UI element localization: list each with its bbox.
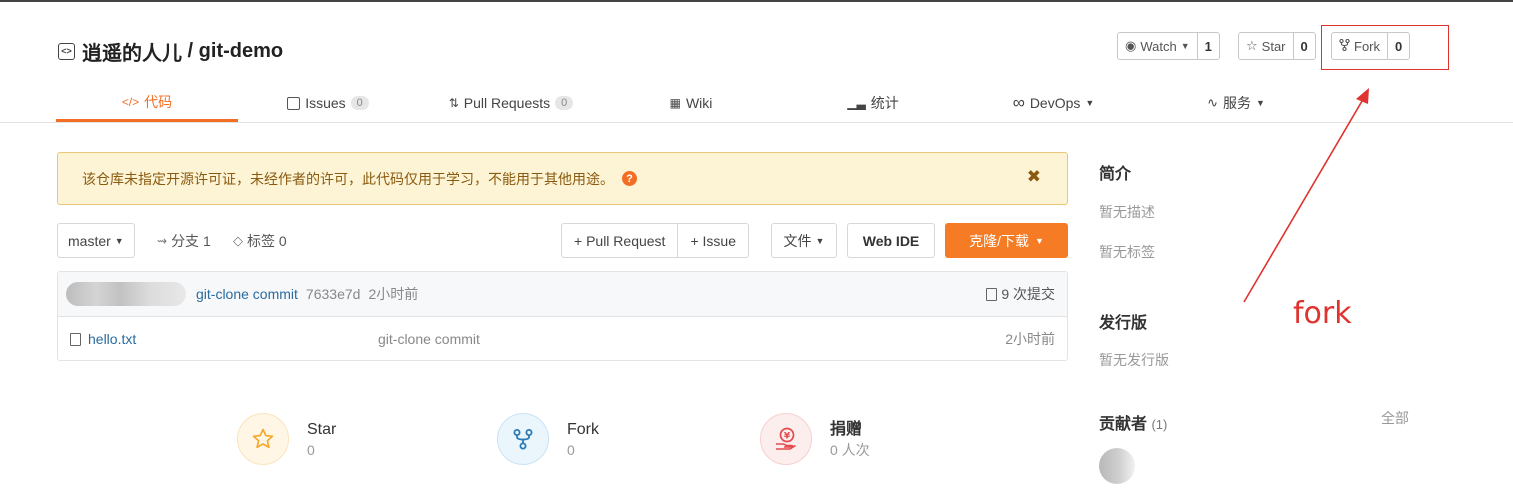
star-stat-value: 0	[307, 442, 315, 458]
avatar[interactable]	[1099, 448, 1135, 484]
fork-highlight-box	[1321, 25, 1449, 70]
intro-description: 暂无描述	[1099, 204, 1155, 220]
donate-stat-title: 捐赠	[830, 421, 863, 438]
pulse-icon: ∿	[1207, 95, 1218, 110]
donate-icon: ¥	[760, 413, 812, 465]
repo-name-link[interactable]: git-demo	[199, 40, 283, 63]
files-dropdown[interactable]: 文件 ▼	[771, 223, 837, 258]
issues-icon	[287, 96, 301, 110]
license-notice: 该仓库未指定开源许可证，未经作者的许可，此代码仅用于学习，不能用于其他用途。 ?…	[57, 152, 1068, 205]
star-stat-title: Star	[307, 421, 337, 438]
star-icon	[237, 413, 289, 465]
donate-stat-value: 0 人次	[830, 442, 870, 458]
file-commit-message[interactable]: git-clone commit	[378, 331, 480, 347]
new-pull-request-button[interactable]: + Pull Request	[562, 224, 679, 257]
watch-button-group: ◉ Watch ▼ 1	[1117, 32, 1220, 60]
chart-icon: ▁▃	[847, 96, 866, 110]
avatar	[66, 282, 186, 306]
fork-stat-title: Fork	[567, 421, 599, 438]
tag-icon: ◇	[233, 232, 243, 248]
file-icon	[70, 332, 81, 346]
contributors-heading: 贡献者 (1)	[1099, 416, 1168, 433]
web-ide-button[interactable]: Web IDE	[847, 223, 935, 258]
top-border	[0, 0, 1513, 2]
star-stat[interactable]: Star 0	[237, 413, 336, 465]
commit-count-link[interactable]: 9 次提交	[986, 284, 1055, 304]
license-notice-text: 该仓库未指定开源许可证，未经作者的许可，此代码仅用于学习，不能用于其他用途。	[82, 170, 614, 187]
watch-count[interactable]: 1	[1198, 33, 1219, 59]
branches-link[interactable]: ⇝ 分支 1	[157, 223, 211, 258]
close-icon[interactable]: ✖	[1027, 167, 1041, 187]
repository-icon: <>	[58, 42, 75, 60]
tags-link[interactable]: ◇ 标签 0	[233, 223, 287, 258]
release-heading: 发行版	[1099, 315, 1148, 332]
commits-icon	[986, 287, 998, 301]
commit-time: 2小时前	[368, 286, 419, 302]
repo-owner-link[interactable]: 逍遥的人儿	[82, 37, 182, 66]
caret-down-icon: ▼	[1085, 98, 1095, 108]
latest-commit-row: git-clone commit 7633e7d 2小时前 9 次提交	[58, 272, 1067, 317]
star-count[interactable]: 0	[1294, 33, 1315, 59]
issues-count-badge: 0	[350, 96, 369, 110]
branch-icon: ⇝	[157, 233, 168, 248]
file-name-link[interactable]: hello.txt	[88, 331, 136, 347]
svg-text:¥: ¥	[784, 432, 791, 442]
intro-tags: 暂无标签	[1099, 244, 1155, 260]
eye-icon: ◉	[1125, 38, 1137, 53]
create-button-group: + Pull Request + Issue	[561, 223, 749, 258]
pr-count-badge: 0	[555, 96, 574, 110]
fork-stat[interactable]: Fork 0	[497, 413, 599, 465]
star-outline-icon: ☆	[1246, 38, 1258, 53]
repo-separator: /	[182, 39, 199, 62]
commit-hash[interactable]: 7633e7d	[306, 286, 361, 302]
code-icon: </>	[121, 94, 140, 109]
donate-stat[interactable]: ¥ 捐赠 0 人次	[760, 413, 870, 465]
annotation-arrow	[1243, 88, 1369, 303]
file-list: git-clone commit 7633e7d 2小时前 9 次提交 hell…	[57, 271, 1068, 361]
intro-heading: 简介	[1099, 166, 1132, 183]
branch-select[interactable]: master ▼	[57, 223, 135, 258]
contributors-count: (1)	[1151, 417, 1168, 432]
help-icon[interactable]: ?	[622, 171, 637, 186]
caret-down-icon: ▼	[815, 235, 825, 246]
star-button[interactable]: ☆ Star 0	[1238, 32, 1316, 60]
tab-wiki[interactable]: ▦ Wiki	[656, 84, 726, 122]
pull-request-icon: ⇅	[448, 96, 459, 110]
fork-stat-value: 0	[567, 442, 575, 458]
annotation-label: fork	[1293, 296, 1352, 331]
wiki-icon: ▦	[669, 96, 681, 110]
watch-button[interactable]: ◉ Watch ▼ 1	[1117, 32, 1220, 60]
release-text: 暂无发行版	[1099, 352, 1169, 368]
new-issue-button[interactable]: + Issue	[678, 224, 748, 257]
contributors-all-link[interactable]: 全部	[1381, 408, 1409, 428]
file-time: 2小时前	[1005, 331, 1055, 347]
fork-icon	[497, 413, 549, 465]
caret-down-icon: ▼	[114, 235, 124, 246]
caret-down-icon: ▼	[1034, 235, 1044, 246]
tab-pull-requests[interactable]: ⇅ Pull Requests 0	[436, 84, 586, 122]
caret-down-icon: ▼	[1180, 41, 1190, 51]
commit-message-link[interactable]: git-clone commit	[196, 286, 298, 302]
table-row[interactable]: hello.txt git-clone commit 2小时前	[58, 317, 1067, 361]
tab-issues[interactable]: Issues 0	[278, 84, 378, 122]
tab-code[interactable]: </> 代码	[56, 84, 238, 122]
infinity-icon: ∞	[1012, 93, 1025, 112]
star-button-group: ☆ Star 0	[1238, 32, 1316, 60]
repo-title: <> 逍遥的人儿 / git-demo	[58, 37, 283, 66]
tab-devops[interactable]: ∞ DevOps ▼	[996, 84, 1111, 122]
clone-download-button[interactable]: 克隆/下载 ▼	[945, 223, 1068, 258]
tab-stats[interactable]: ▁▃ 统计	[838, 84, 908, 122]
